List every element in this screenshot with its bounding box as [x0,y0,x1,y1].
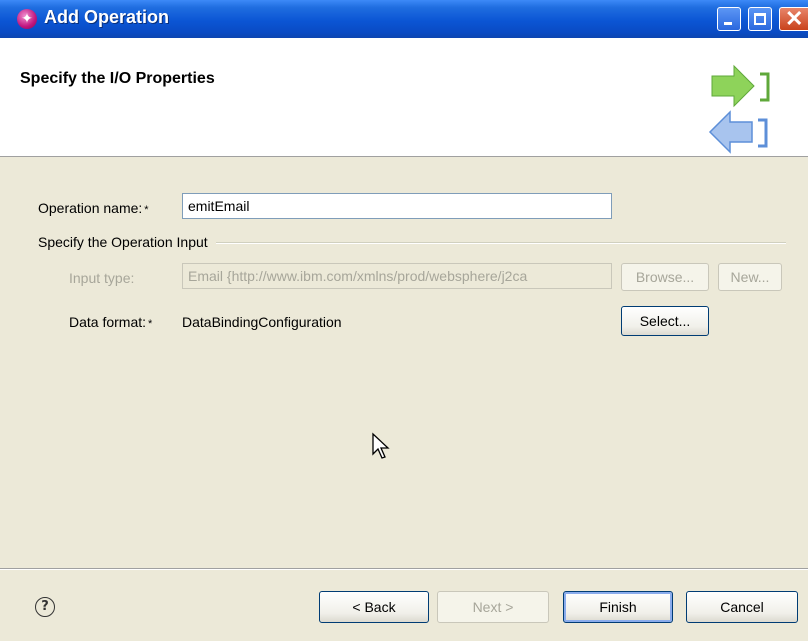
finish-button[interactable]: Finish [563,591,673,623]
title-bar[interactable]: ✦ Add Operation ✕ [0,0,808,39]
required-marker: * [148,318,153,330]
add-operation-dialog: ✦ Add Operation ✕ Specify the I/O Proper… [0,0,808,641]
input-type-field: Email {http://www.ibm.com/xmlns/prod/web… [182,263,612,289]
data-format-label: Data format: * [69,314,152,330]
operation-name-label: Operation name: * [38,200,149,216]
close-icon: ✕ [785,6,804,31]
new-button[interactable]: New... [718,263,782,291]
input-type-label: Input type: [69,270,135,286]
minimize-button[interactable] [717,7,741,31]
operation-name-input[interactable]: emitEmail [182,193,612,219]
help-icon[interactable]: ? [35,597,55,617]
wizard-banner: Specify the I/O Properties [0,38,808,157]
cancel-button[interactable]: Cancel [686,591,798,623]
window-title: Add Operation [44,7,169,27]
back-button[interactable]: < Back [319,591,429,623]
app-icon: ✦ [17,9,37,29]
data-format-value: DataBindingConfiguration [182,314,342,330]
operation-name-label-text: Operation name: [38,200,143,216]
page-title: Specify the I/O Properties [20,70,215,87]
mouse-pointer-icon [372,432,390,459]
close-button[interactable]: ✕ [779,6,808,31]
browse-button[interactable]: Browse... [621,263,709,291]
select-button[interactable]: Select... [621,306,709,336]
io-arrows-icon [708,64,770,154]
footer-separator [0,568,808,570]
operation-input-group-title: Specify the Operation Input [38,234,216,250]
required-marker: * [144,204,149,216]
maximize-button[interactable] [748,7,772,31]
next-button[interactable]: Next > [437,591,549,623]
data-format-label-text: Data format: [69,314,147,330]
